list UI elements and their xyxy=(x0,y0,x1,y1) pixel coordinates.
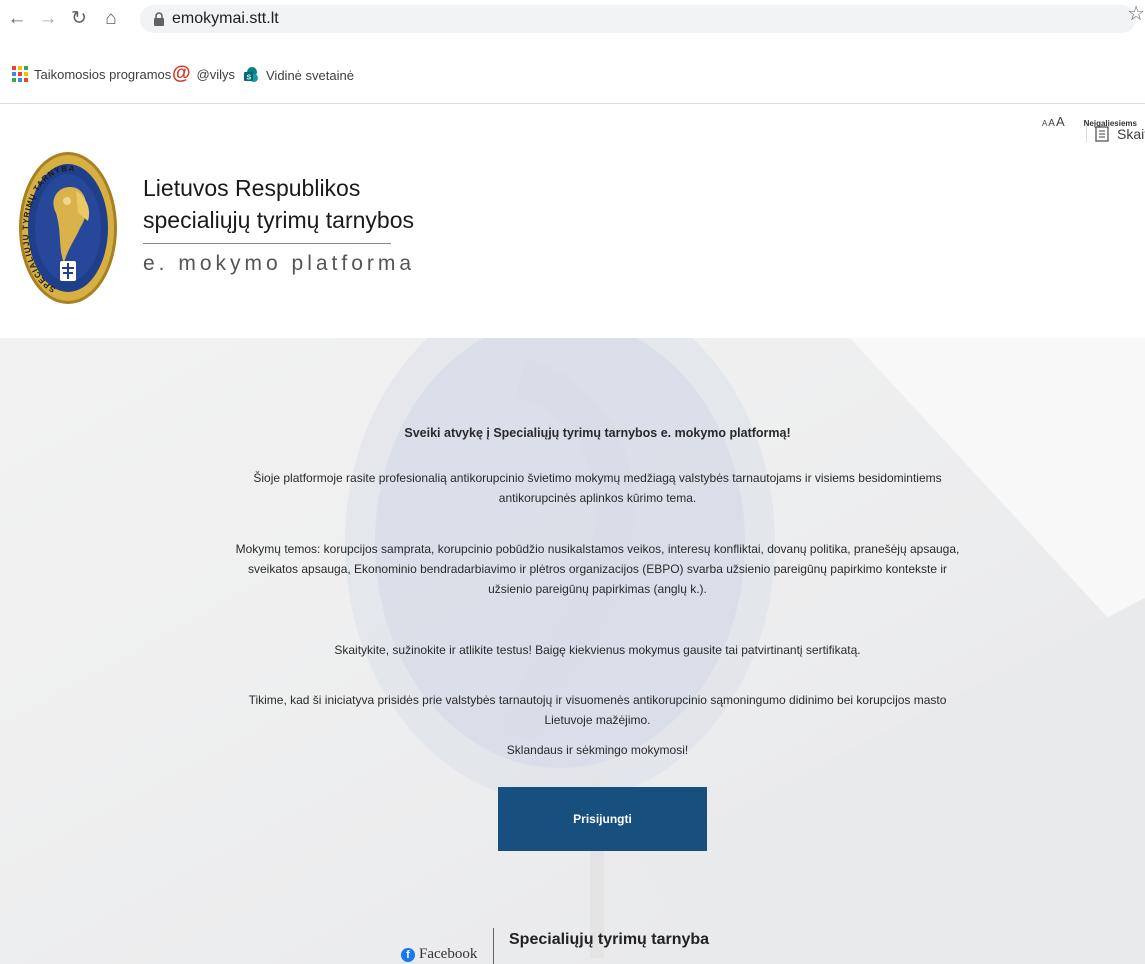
font-size-medium[interactable]: A xyxy=(1048,118,1055,129)
reload-icon[interactable]: ↻ xyxy=(68,8,90,30)
brand-divider xyxy=(143,243,391,244)
browser-toolbar: ← → ↻ ⌂ emokymai.stt.lt ☆ xyxy=(0,0,1145,40)
facebook-link[interactable]: f Facebook xyxy=(401,946,477,963)
sharepoint-icon: S xyxy=(244,67,258,82)
facebook-icon: f xyxy=(401,947,415,962)
stt-logo[interactable]: SPECIALIŲJŲ TYRIMŲ TARNYBA xyxy=(18,143,118,307)
font-size-large[interactable]: A xyxy=(1056,114,1065,129)
topics-paragraph: Mokymų temos: korupcijos samprata, korup… xyxy=(235,542,960,596)
bookmark-vilys[interactable]: @ @vilys xyxy=(172,63,236,84)
initiative-paragraph: Tikime, kad ši iniciatyva prisidės prie … xyxy=(248,693,947,727)
brand-title-line1: Lietuvos Respublikos xyxy=(143,175,361,201)
login-button[interactable]: Prisijungti xyxy=(498,787,707,851)
back-arrow-icon[interactable]: ← xyxy=(6,8,28,30)
chrome-divider xyxy=(0,103,1145,104)
url-text: emokymai.stt.lt xyxy=(172,10,279,27)
tests-paragraph: Skaitykite, sužinokite ir atlikite testu… xyxy=(334,643,861,657)
bookmarks-bar: Taikomosios programos @ @vilys S Vidinė … xyxy=(0,62,1145,142)
good-luck-paragraph: Sklandaus ir sėkmingo mokymosi! xyxy=(506,743,689,757)
facebook-label: Facebook xyxy=(419,946,478,962)
home-icon[interactable]: ⌂ xyxy=(100,8,122,30)
welcome-heading: Sveiki atvykę į Specialiųjų tyrimų tarny… xyxy=(404,426,791,440)
at-icon: @ xyxy=(172,63,191,84)
accessibility-tools: AAA Neįgaliesiems xyxy=(1042,114,1137,129)
bookmark-label: Taikomosios programos xyxy=(34,66,172,82)
bookmark-apps[interactable]: Taikomosios programos xyxy=(12,66,171,82)
hero-section: Sveiki atvykę į Specialiųjų tyrimų tarny… xyxy=(0,338,1145,964)
brand-subtitle: e. mokymo platforma xyxy=(143,252,416,275)
footer-org-name: Specialiųjų tyrimų tarnyba xyxy=(509,931,710,948)
address-bar[interactable]: emokymai.stt.lt xyxy=(140,5,1136,33)
apps-grid-icon xyxy=(12,66,28,82)
bookmark-label: @vilys xyxy=(196,66,236,82)
accessibility-link[interactable]: Neįgaliesiems xyxy=(1084,119,1137,128)
footer-divider xyxy=(493,928,494,964)
bookmark-star-icon[interactable]: ☆ xyxy=(1127,1,1145,26)
forward-arrow-icon[interactable]: → xyxy=(37,8,59,30)
lock-icon xyxy=(154,12,164,26)
bookmark-label: Vidinė svetainė xyxy=(266,67,354,83)
brand-title-line2: specialiųjų tyrimų tarnybos xyxy=(143,207,415,233)
svg-text:S: S xyxy=(247,75,252,82)
bookmark-vidine[interactable]: S Vidinė svetainė xyxy=(242,66,354,84)
font-size-small[interactable]: A xyxy=(1042,119,1047,128)
intro-paragraph: Šioje platformoje rasite profesionalią a… xyxy=(253,471,942,505)
font-size-switcher[interactable]: AAA xyxy=(1042,114,1066,129)
